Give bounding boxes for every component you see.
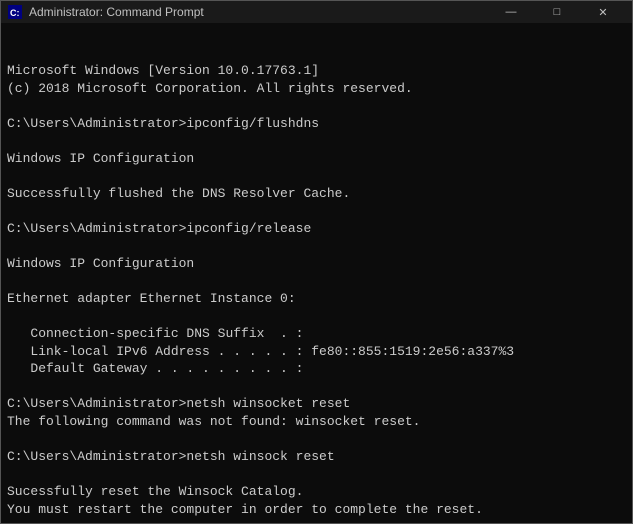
window-title: Administrator: Command Prompt (29, 5, 488, 19)
window-controls: — □ ✕ (488, 1, 626, 23)
close-button[interactable]: ✕ (580, 1, 626, 23)
terminal-output[interactable]: Microsoft Windows [Version 10.0.17763.1]… (1, 23, 632, 523)
terminal-lines: Microsoft Windows [Version 10.0.17763.1]… (7, 62, 626, 523)
minimize-button[interactable]: — (488, 1, 534, 23)
maximize-button[interactable]: □ (534, 1, 580, 23)
svg-text:C:: C: (10, 8, 20, 18)
cmd-window: C: Administrator: Command Prompt — □ ✕ M… (0, 0, 633, 524)
cmd-icon: C: (7, 4, 23, 20)
title-bar: C: Administrator: Command Prompt — □ ✕ (1, 1, 632, 23)
